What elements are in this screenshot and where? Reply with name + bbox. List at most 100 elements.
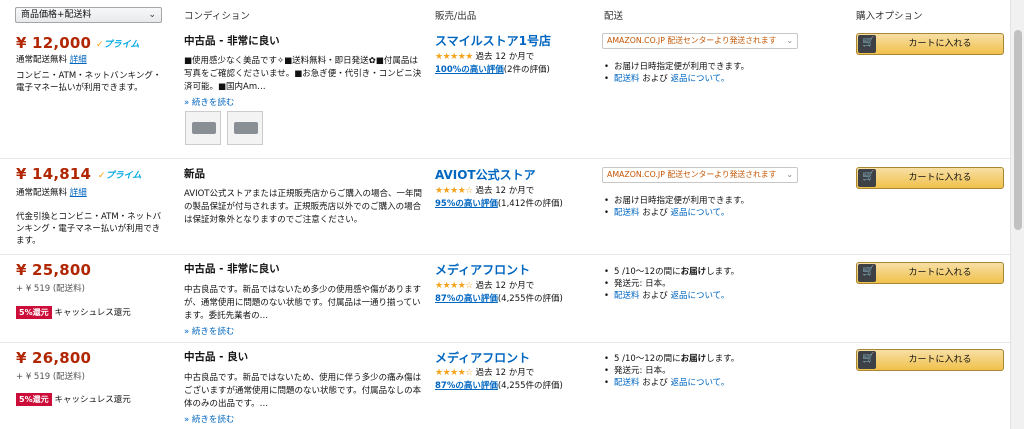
returns-link[interactable]: 返品について。 <box>670 208 729 218</box>
shipping-info-line: • 発送元: 日本。 <box>604 365 739 377</box>
star-rating-icon: ★★★★☆ <box>435 186 473 196</box>
shipping-info-line: • 5 /10〜12の間にお届けします。 <box>604 353 739 365</box>
column-header-purchase: 購入オプション <box>856 11 923 22</box>
star-rating-icon: ★★★★☆ <box>435 281 473 291</box>
bullet-icon: • <box>604 208 610 218</box>
product-thumbnail-image <box>234 122 258 134</box>
and-text: および <box>642 74 668 84</box>
shipping-info-line: • 発送元: 日本。 <box>604 278 739 290</box>
offer-description: 中古良品です。新品ではないため、使用に伴う多少の痛み傷はございますが通常使用に問… <box>184 373 422 409</box>
payment-methods: 代金引換とコンビニ・ATM・ネットバンキング・電子マネー払いが利用できます。 <box>16 212 162 246</box>
returns-link[interactable]: 返品について。 <box>670 74 729 84</box>
shipping-select[interactable]: AMAZON.CO.JP 配送センターより発送されます ⌄ <box>602 33 798 49</box>
read-more-link[interactable]: » 続きを読む <box>184 413 234 425</box>
column-header-condition: コンディション <box>184 11 250 22</box>
rating-count: (4,255件の評価) <box>497 294 563 304</box>
returns-link[interactable]: 返品について。 <box>670 291 729 301</box>
free-shipping-label: 通常配送無料 詳細 <box>16 53 87 65</box>
cashback-badge: 5%還元 <box>16 393 52 406</box>
offer-condition: 中古品 - 良い <box>184 351 249 363</box>
add-to-cart-label: カートに入れる <box>908 39 972 49</box>
shipping-fee-link[interactable]: 配送料 <box>614 208 640 218</box>
scrollbar-thumb[interactable] <box>1014 30 1022 230</box>
read-more-link[interactable]: » 続きを読む <box>184 96 234 108</box>
rating-count: (2件の評価) <box>503 65 550 75</box>
chevron-down-icon: ⌄ <box>148 10 156 20</box>
payment-methods: コンビニ・ATM・ネットバンキング・電子マネー払いが利用できます。 <box>16 71 162 93</box>
and-text: および <box>642 291 668 301</box>
vertical-scrollbar[interactable] <box>1010 0 1024 429</box>
offer-price: ¥ 12,000 <box>16 34 92 52</box>
bullet-icon: • <box>604 378 610 388</box>
positive-rating-link[interactable]: 87%の高い評価 <box>435 294 498 304</box>
prime-check-icon: ✓ <box>98 171 106 181</box>
seller-name-link[interactable]: メディアフロント <box>435 349 530 366</box>
star-rating-icon: ★★★★★ <box>435 52 473 62</box>
add-to-cart-button[interactable]: 🛒 カートに入れる <box>856 33 1004 55</box>
offer-condition: 中古品 - 非常に良い <box>184 263 280 275</box>
ships-from: 発送元: 日本。 <box>614 279 671 289</box>
row-divider <box>0 254 1010 255</box>
shipping-details-link[interactable]: 詳細 <box>70 55 87 65</box>
shipping-fee-link[interactable]: 配送料 <box>614 378 640 388</box>
rating-period: 過去 12 か月で <box>475 368 535 378</box>
seller-rating: ★★★★☆ 過去 12 か月で <box>435 366 534 378</box>
shipping-fee: + ¥ 519 (配送料) <box>16 372 85 382</box>
shipping-info-line: • お届け日時指定便が利用できます。 <box>604 195 749 207</box>
rating-period: 過去 12 か月で <box>475 281 535 291</box>
shipping-fee: + ¥ 519 (配送料) <box>16 284 85 294</box>
seller-feedback: 100%の高い評価(2件の評価) <box>435 63 550 75</box>
product-thumbnail[interactable] <box>185 111 221 145</box>
cashback-label: キャッシュレス還元 <box>54 395 131 405</box>
offer-condition: 新品 <box>184 168 205 180</box>
cart-icon: 🛒 <box>858 35 876 53</box>
offer-description: 中古良品です。新品ではないため多少の使用感や傷がありますが、通常使用に問題のない… <box>184 285 422 321</box>
shipping-select[interactable]: AMAZON.CO.JP 配送センターより発送されます ⌄ <box>602 167 798 183</box>
shipping-info-line: • 配送料 および 返品について。 <box>604 73 749 85</box>
offer-description: AVIOT公式ストアまたは正規販売店からご購入の場合、一年間の製品保証が付与され… <box>184 189 422 225</box>
seller-name-link[interactable]: AVIOT公式ストア <box>435 166 536 183</box>
positive-rating-link[interactable]: 100%の高い評価 <box>435 65 504 75</box>
product-thumbnail[interactable] <box>227 111 263 145</box>
positive-rating-link[interactable]: 87%の高い評価 <box>435 381 498 391</box>
offer-condition: 中古品 - 非常に良い <box>184 35 280 47</box>
add-to-cart-button[interactable]: 🛒 カートに入れる <box>856 262 1004 284</box>
offer-price: ¥ 25,800 <box>16 261 92 279</box>
column-header-seller: 販売/出品 <box>435 11 477 22</box>
seller-name-link[interactable]: スマイルストア1号店 <box>435 32 551 49</box>
prime-badge: ✓プライム <box>98 168 141 181</box>
add-to-cart-label: カートに入れる <box>908 268 972 278</box>
product-thumbnail-image <box>192 122 216 134</box>
add-to-cart-button[interactable]: 🛒 カートに入れる <box>856 349 1004 371</box>
cart-icon: 🛒 <box>858 264 876 282</box>
cart-icon: 🛒 <box>858 351 876 369</box>
rating-period: 過去 12 か月で <box>475 186 535 196</box>
sort-select-value: 商品価格+配送料 <box>21 10 92 20</box>
offer-description: ■使用感少なく美品です✧■送料無料・即日発送✿■付属品は写真をご確認くださいませ… <box>184 56 422 92</box>
shipping-details-link[interactable]: 詳細 <box>70 188 87 198</box>
offer-price: ¥ 14,814 <box>16 165 92 183</box>
sort-select[interactable]: 商品価格+配送料 ⌄ <box>15 7 162 23</box>
rating-period: 過去 12 か月で <box>475 52 535 62</box>
add-to-cart-button[interactable]: 🛒 カートに入れる <box>856 167 1004 189</box>
shipping-note: お届け日時指定便が利用できます。 <box>614 196 750 206</box>
cashback-row: 5%還元 キャッシュレス還元 <box>16 306 131 319</box>
delivery-suffix: します。 <box>706 354 740 364</box>
read-more-link[interactable]: » 続きを読む <box>184 325 234 337</box>
bullet-icon: • <box>604 279 610 289</box>
and-text: および <box>642 378 668 388</box>
free-shipping-text: 通常配送無料 <box>16 55 68 65</box>
bullet-icon: • <box>604 366 610 376</box>
shipping-select-value: AMAZON.CO.JP 配送センターより発送されます <box>607 170 777 179</box>
star-rating-icon: ★★★★☆ <box>435 368 473 378</box>
prime-check-icon: ✓ <box>96 40 104 50</box>
column-header-shipping: 配送 <box>604 11 624 22</box>
seller-rating: ★★★★☆ 過去 12 か月で <box>435 184 534 196</box>
shipping-fee-link[interactable]: 配送料 <box>614 74 640 84</box>
seller-name-link[interactable]: メディアフロント <box>435 261 530 278</box>
shipping-fee-link[interactable]: 配送料 <box>614 291 640 301</box>
returns-link[interactable]: 返品について。 <box>670 378 729 388</box>
free-shipping-text: 通常配送無料 <box>16 188 68 198</box>
positive-rating-link[interactable]: 95%の高い評価 <box>435 199 498 209</box>
chevron-down-icon: ⌄ <box>786 170 793 179</box>
